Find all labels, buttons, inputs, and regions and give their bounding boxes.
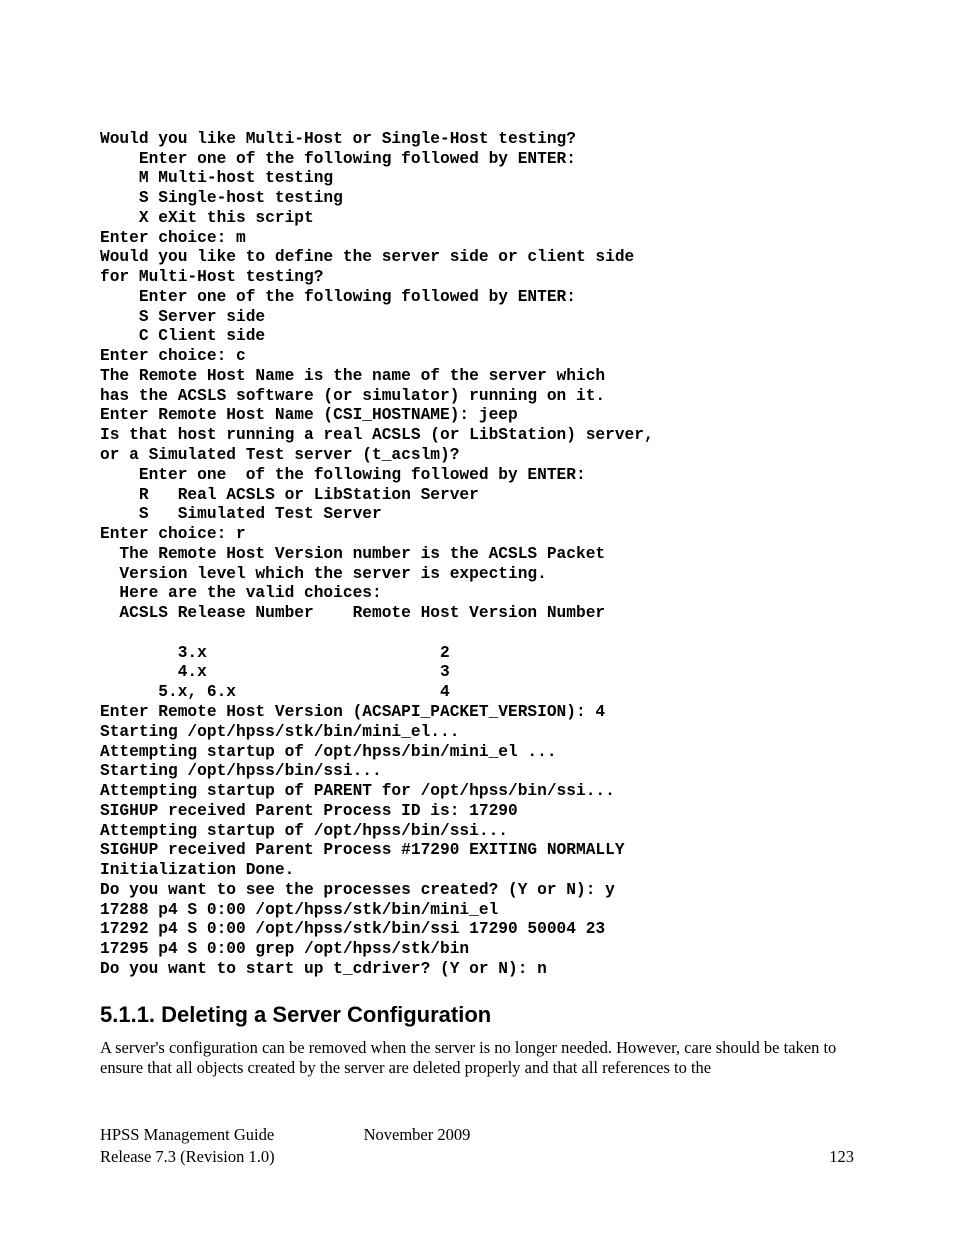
terminal-line: Enter one of the following followed by E…: [100, 288, 576, 306]
page-footer: HPSS Management Guide November 2009 Rele…: [100, 1125, 854, 1167]
terminal-line: M Multi-host testing: [100, 169, 333, 187]
terminal-line: or a Simulated Test server (t_acslm)?: [100, 446, 459, 464]
section-heading: 5.1.1. Deleting a Server Configuration: [100, 1002, 854, 1028]
terminal-output: Would you like Multi-Host or Single-Host…: [100, 110, 854, 980]
footer-page-number: 123: [829, 1147, 854, 1167]
terminal-line: 4.x 3: [100, 663, 450, 681]
terminal-line: C Client side: [100, 327, 265, 345]
section-body: A server's configuration can be removed …: [100, 1038, 854, 1079]
terminal-line: Enter choice: r: [100, 525, 246, 543]
terminal-line: Starting /opt/hpss/bin/ssi...: [100, 762, 382, 780]
terminal-line: Enter one of the following followed by E…: [100, 466, 586, 484]
terminal-line: Enter one of the following followed by E…: [100, 150, 576, 168]
footer-release: Release 7.3 (Revision 1.0): [100, 1147, 275, 1167]
terminal-line: ACSLS Release Number Remote Host Version…: [100, 604, 605, 622]
terminal-line: Here are the valid choices:: [100, 584, 382, 602]
terminal-line: 17288 p4 S 0:00 /opt/hpss/stk/bin/mini_e…: [100, 901, 498, 919]
terminal-line: Do you want to see the processes created…: [100, 881, 615, 899]
terminal-line: Enter Remote Host Version (ACSAPI_PACKET…: [100, 703, 605, 721]
terminal-line: 5.x, 6.x 4: [100, 683, 450, 701]
terminal-line: Do you want to start up t_cdriver? (Y or…: [100, 960, 547, 978]
terminal-line: Is that host running a real ACSLS (or Li…: [100, 426, 654, 444]
terminal-line: has the ACSLS software (or simulator) ru…: [100, 387, 605, 405]
terminal-line: S Simulated Test Server: [100, 505, 382, 523]
terminal-line: 3.x 2: [100, 644, 450, 662]
terminal-line: 17292 p4 S 0:00 /opt/hpss/stk/bin/ssi 17…: [100, 920, 605, 938]
terminal-line: Attempting startup of /opt/hpss/bin/mini…: [100, 743, 557, 761]
terminal-line: SIGHUP received Parent Process ID is: 17…: [100, 802, 518, 820]
terminal-line: The Remote Host Name is the name of the …: [100, 367, 605, 385]
footer-date: November 2009: [364, 1125, 471, 1145]
terminal-line: Attempting startup of /opt/hpss/bin/ssi.…: [100, 822, 508, 840]
terminal-line: The Remote Host Version number is the AC…: [100, 545, 605, 563]
terminal-line: Version level which the server is expect…: [100, 565, 547, 583]
page: Would you like Multi-Host or Single-Host…: [0, 0, 954, 1235]
terminal-line: Starting /opt/hpss/stk/bin/mini_el...: [100, 723, 459, 741]
terminal-line: X eXit this script: [100, 209, 314, 227]
terminal-line: 17295 p4 S 0:00 grep /opt/hpss/stk/bin: [100, 940, 469, 958]
terminal-line: S Single-host testing: [100, 189, 343, 207]
terminal-line: Attempting startup of PARENT for /opt/hp…: [100, 782, 615, 800]
terminal-line: for Multi-Host testing?: [100, 268, 323, 286]
terminal-line: Enter choice: m: [100, 229, 246, 247]
terminal-line: Initialization Done.: [100, 861, 294, 879]
terminal-line: S Server side: [100, 308, 265, 326]
terminal-line: SIGHUP received Parent Process #17290 EX…: [100, 841, 625, 859]
terminal-line: Would you like to define the server side…: [100, 248, 634, 266]
terminal-line: R Real ACSLS or LibStation Server: [100, 486, 479, 504]
terminal-line: Enter choice: c: [100, 347, 246, 365]
terminal-line: Enter Remote Host Name (CSI_HOSTNAME): j…: [100, 406, 518, 424]
terminal-line: Would you like Multi-Host or Single-Host…: [100, 130, 576, 148]
